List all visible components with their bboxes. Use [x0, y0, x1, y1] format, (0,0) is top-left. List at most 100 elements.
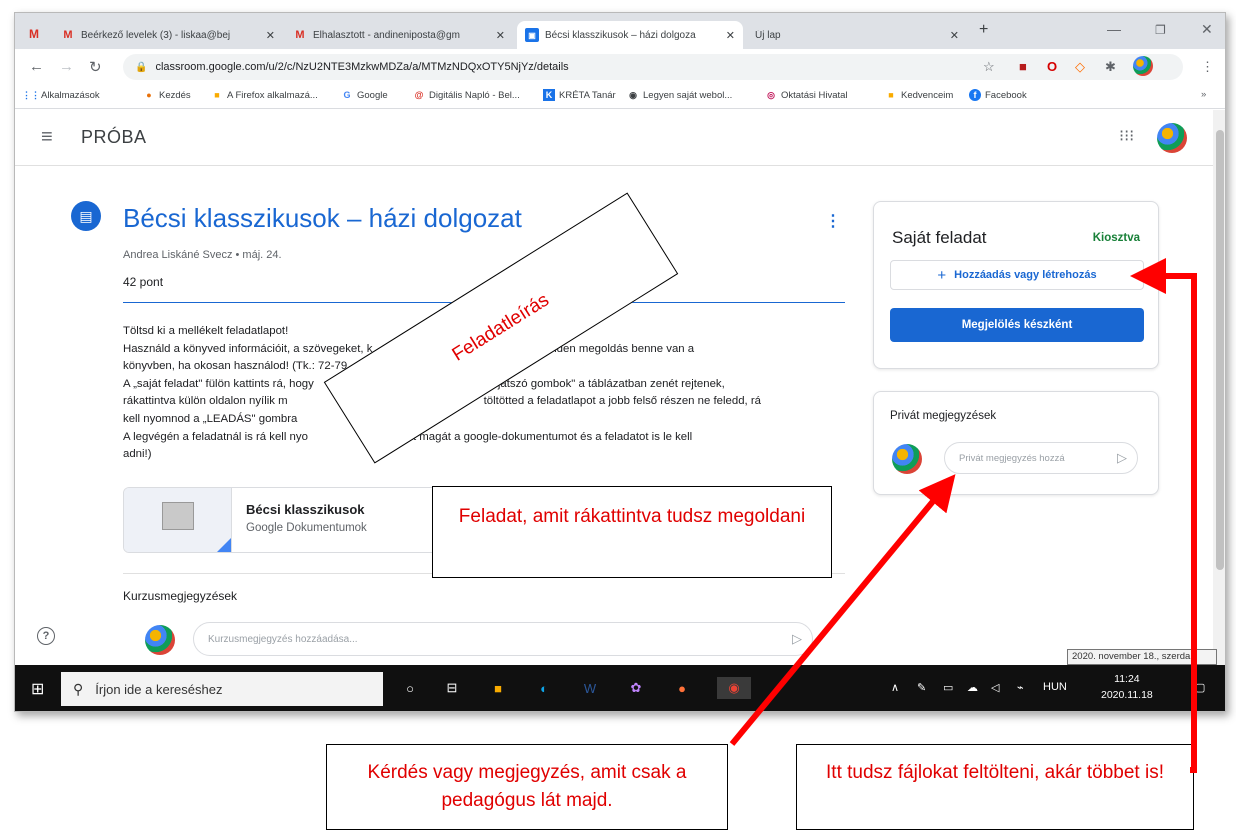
paint-icon[interactable]: ✿	[625, 677, 647, 699]
naplo-icon: @	[414, 90, 424, 100]
bookmark-oktatasi[interactable]: ◎ Oktatási Hivatal	[765, 89, 847, 101]
assignment-title: Bécsi klasszikusok – házi dolgozat	[123, 203, 522, 233]
profile-avatar[interactable]	[1133, 56, 1153, 76]
forward-icon[interactable]: →	[59, 58, 74, 75]
window-close-icon[interactable]: ✕	[1201, 21, 1213, 38]
send-icon[interactable]: ▷	[1117, 450, 1127, 466]
description-fragment: A legvégén a feladatnál is rá kell nyo	[123, 430, 308, 443]
close-icon[interactable]: ✕	[266, 29, 275, 42]
bookmark-facebook[interactable]: f Facebook	[969, 89, 1027, 101]
file-explorer-icon[interactable]: ■	[487, 677, 509, 699]
help-icon[interactable]: ?	[37, 627, 55, 645]
bookmark-naplo[interactable]: @ Digitális Napló - Bel...	[413, 89, 520, 101]
close-icon[interactable]: ✕	[950, 29, 959, 42]
scrollbar-thumb[interactable]	[1216, 130, 1224, 570]
screenshot-frame: M M Beérkező levelek (3) - liskaa@bej ✕ …	[14, 12, 1226, 712]
reload-icon[interactable]: ↻	[89, 58, 102, 76]
menu-icon[interactable]: ⋮	[1201, 59, 1214, 75]
opera-extension-icon[interactable]: O	[1047, 59, 1057, 74]
close-icon[interactable]: ✕	[496, 29, 505, 42]
account-avatar[interactable]	[1157, 123, 1187, 153]
close-icon[interactable]: ✕	[726, 29, 735, 42]
clock-date: 2020.11.18	[1101, 689, 1153, 701]
task-view-icon[interactable]: ⊟	[441, 677, 463, 699]
notification-icon[interactable]: ▢	[1195, 681, 1205, 694]
taskbar-search-placeholder: Írjon ide a kereséshez	[95, 681, 223, 697]
puzzle-icon[interactable]: ✱	[1105, 59, 1116, 75]
restore-icon[interactable]: ❐	[1155, 23, 1166, 37]
lock-icon: 🔒	[135, 61, 148, 73]
globe-icon: ◉	[629, 89, 637, 100]
folder-icon: ■	[888, 90, 894, 100]
thumbnail-picture	[162, 502, 194, 530]
edge-icon[interactable]: ◐	[533, 677, 555, 699]
bookmark-webol[interactable]: ◉ Legyen saját webol...	[627, 89, 732, 101]
classroom-header: ≡ PRÓBA ⁝⁝⁝	[15, 110, 1213, 166]
battery-icon[interactable]: ▭	[943, 681, 953, 694]
back-icon[interactable]: ←	[29, 58, 44, 75]
private-comment-input[interactable]: Privát megjegyzés hozzá ▷	[944, 442, 1138, 474]
new-tab-icon[interactable]: +	[979, 21, 988, 39]
bookmark-apps[interactable]: ⋮⋮ Alkalmazások	[22, 89, 100, 101]
class-comments-heading: Kurzusmegjegyzések	[123, 589, 238, 603]
private-avatar-image	[892, 444, 922, 474]
bookmark-kezdes[interactable]: ● Kezdés	[143, 89, 190, 101]
bookmark-google[interactable]: G Google	[341, 89, 387, 101]
course-name[interactable]: PRÓBA	[81, 127, 147, 148]
add-or-create-button[interactable]: + Hozzáadás vagy létrehozás	[890, 260, 1144, 290]
class-comment-input[interactable]: Kurzusmegjegyzés hozzáadása... ▷	[193, 622, 813, 656]
private-comment-placeholder: Privát megjegyzés hozzá	[959, 452, 1065, 464]
volume-icon[interactable]: ◁	[991, 681, 999, 694]
date-tooltip: 2020. november 18., szerda	[1067, 649, 1217, 665]
language-indicator[interactable]: HUN	[1043, 681, 1067, 693]
google-apps-icon[interactable]: ⁝⁝⁝	[1119, 126, 1134, 146]
mark-as-done-button[interactable]: Megjelölés készként	[890, 308, 1144, 342]
description-line: adni!)	[123, 448, 152, 461]
bookmark-kedvenceim[interactable]: ■ Kedvenceim	[885, 89, 953, 101]
onedrive-icon[interactable]: ☁	[967, 681, 978, 694]
pdf-extension-icon[interactable]: ■	[1019, 59, 1027, 74]
your-work-card: Saját feladat Kiosztva + Hozzáadás vagy …	[873, 201, 1159, 369]
folder-icon: ■	[214, 90, 220, 100]
your-work-title: Saját feladat	[892, 228, 987, 247]
more-options-icon[interactable]: ⋮	[825, 211, 841, 231]
chrome-icon[interactable]: ◉	[717, 677, 751, 699]
taskbar-search[interactable]: ⚲ Írjon ide a kereséshez	[61, 672, 383, 706]
attachment-thumbnail	[124, 488, 232, 552]
star-icon[interactable]: ☆	[983, 59, 995, 75]
firefox-taskbar-icon[interactable]: ●	[671, 677, 693, 699]
minimize-icon[interactable]: —	[1107, 21, 1121, 37]
description-fragment: A „saját feladat" fülön kattints rá, hog…	[123, 377, 314, 390]
tray-up-icon[interactable]: ∧	[891, 681, 899, 694]
hamburger-menu-icon[interactable]: ≡	[41, 126, 53, 149]
description-fragment: Használd a könyved információit, a szöve…	[123, 342, 373, 355]
send-icon[interactable]: ▷	[792, 631, 802, 647]
description-line: kell nyomnod a „LEADÁS" gombra	[123, 412, 298, 425]
bookmark-kreta[interactable]: K KRÉTA Tanár	[543, 89, 616, 101]
page-scrollbar[interactable]	[1213, 110, 1225, 665]
annotation-task-click: Feladat, amit rákattintva tudsz megoldan…	[432, 486, 832, 578]
docs-corner-icon	[215, 538, 231, 552]
bookmarks-bar: ⋮⋮ Alkalmazások ● Kezdés ■ A Firefox alkalm…	[15, 85, 1225, 109]
tab-inbox[interactable]: M Beérkező levelek (3) - liskaa@bej ✕	[53, 21, 283, 49]
profile-avatar-image	[1133, 56, 1153, 76]
windows-start-icon[interactable]: ⊞	[31, 679, 44, 699]
extension-icon[interactable]: ◇	[1075, 59, 1085, 75]
bookmark-firefox[interactable]: ■ A Firefox alkalmazá...	[211, 89, 318, 101]
attachment-card[interactable]: Bécsi klasszikusok Google Dokumentumok	[123, 487, 453, 553]
more-bookmarks-icon[interactable]: »	[1201, 89, 1206, 100]
cortana-icon[interactable]: ○	[399, 677, 421, 699]
browser-tab-strip: M M Beérkező levelek (3) - liskaa@bej ✕ …	[15, 13, 1225, 49]
description-line: rákattintva külön oldalon nyílik m töltöt…	[123, 393, 853, 411]
attachment-subtitle: Google Dokumentumok	[246, 522, 367, 534]
class-comment-placeholder: Kurzusmegjegyzés hozzáadása...	[208, 633, 358, 645]
description-fragment: játszó gombok" a táblázatban zenét rejte…	[497, 377, 725, 390]
pen-icon[interactable]: ✎	[917, 681, 926, 694]
tab-assignment[interactable]: ▣ Bécsi klasszikusok – házi dolgoza ✕	[517, 21, 743, 49]
network-icon[interactable]: ⌁	[1017, 681, 1024, 694]
word-icon[interactable]: W	[579, 677, 601, 699]
tab-snoozed[interactable]: M Elhalasztott - andineniposta@gm ✕	[285, 21, 513, 49]
taskbar-clock[interactable]: 11:24 2020.11.18	[1101, 671, 1153, 703]
tab-new[interactable]: Új lap ✕	[747, 21, 967, 49]
gmail-app-icon[interactable]: M	[29, 27, 39, 41]
